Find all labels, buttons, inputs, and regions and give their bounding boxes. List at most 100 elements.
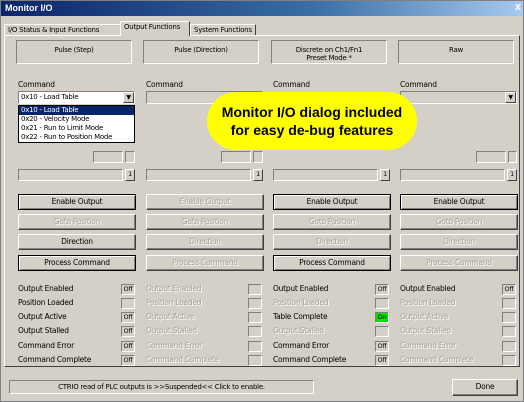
status-label: Command Complete bbox=[18, 355, 92, 364]
command-select-1[interactable]: 0x10 - Load Table ▼ bbox=[18, 91, 135, 104]
monitor-io-window: Monitor I/O x I/O Status & Input Functio… bbox=[0, 0, 524, 402]
value-field[interactable] bbox=[273, 169, 378, 181]
dropdown-option[interactable]: 0x20 - Velocity Mode bbox=[19, 115, 134, 124]
header-text: Raw bbox=[449, 46, 463, 54]
status-label: Output Enabled bbox=[273, 284, 329, 293]
header-discrete: Discrete on Ch1/Fn1 Preset Mode * bbox=[271, 40, 387, 64]
header-raw: Raw bbox=[398, 40, 514, 64]
process-command-button[interactable]: Process Command bbox=[273, 255, 391, 271]
enable-output-button[interactable]: Enable Output bbox=[273, 194, 391, 210]
process-command-button[interactable]: Process Command bbox=[146, 255, 264, 271]
tab-output-functions[interactable]: Output Functions bbox=[120, 21, 190, 36]
enable-output-button[interactable]: Enable Output bbox=[146, 194, 264, 210]
done-button[interactable]: Done bbox=[452, 379, 518, 396]
status-indicator: Off bbox=[121, 355, 135, 366]
goto-position-button[interactable]: Goto Position bbox=[273, 214, 391, 230]
status-label: Table Complete bbox=[273, 312, 328, 321]
value-field[interactable] bbox=[18, 169, 123, 181]
status-label: Position Loaded bbox=[273, 298, 329, 307]
header-text: Pulse (Direction) bbox=[174, 46, 228, 54]
dropdown-option[interactable]: 0x21 - Run to Limit Mode bbox=[19, 124, 134, 133]
spin-value[interactable]: 1 bbox=[253, 169, 263, 181]
command-select-4[interactable]: ▼ bbox=[400, 91, 517, 104]
status-indicator: Off bbox=[121, 341, 135, 352]
status-indicator bbox=[375, 298, 389, 309]
command-label: Command bbox=[18, 80, 55, 89]
enable-output-button[interactable]: Enable Output bbox=[400, 194, 518, 210]
dropdown-option[interactable]: 0x10 - Load Table bbox=[19, 106, 134, 115]
direction-button[interactable]: Direction bbox=[273, 234, 391, 250]
process-command-button[interactable]: Process Command bbox=[18, 255, 136, 271]
command-label: Command bbox=[400, 80, 437, 89]
param-field[interactable] bbox=[508, 151, 517, 163]
status-indicator bbox=[502, 341, 516, 352]
header-pulse-step: Pulse (Step) bbox=[16, 40, 132, 64]
param-field[interactable] bbox=[125, 151, 135, 163]
direction-button[interactable]: Direction bbox=[18, 234, 136, 250]
title-bar: Monitor I/O x bbox=[1, 1, 523, 16]
value-field[interactable] bbox=[400, 169, 505, 181]
status-label: Command Error bbox=[400, 341, 456, 350]
status-label: Command Error bbox=[18, 341, 74, 350]
status-label: Output Active bbox=[146, 312, 195, 321]
status-indicator: Off bbox=[375, 284, 389, 295]
spin-value[interactable]: 1 bbox=[125, 169, 135, 181]
status-indicator-on: On bbox=[375, 312, 389, 323]
value-field[interactable] bbox=[146, 169, 251, 181]
param-field[interactable] bbox=[221, 151, 251, 163]
status-indicator: Off bbox=[121, 284, 135, 295]
status-label: Output Stalled bbox=[400, 326, 451, 335]
param-field[interactable] bbox=[476, 151, 506, 163]
header-text: Discrete on Ch1/Fn1 bbox=[295, 46, 363, 54]
goto-position-button[interactable]: Goto Position bbox=[146, 214, 264, 230]
status-indicator bbox=[502, 355, 516, 366]
status-label: Output Enabled bbox=[400, 284, 456, 293]
ctrio-status-bar[interactable]: CTRIO read of PLC outputs is >>Suspended… bbox=[9, 380, 314, 394]
status-label: Position Loaded bbox=[400, 298, 456, 307]
dropdown-option[interactable]: 0x22 - Run to Position Mode bbox=[19, 133, 134, 142]
header-subtext: Preset Mode * bbox=[306, 54, 352, 62]
status-label: Position Loaded bbox=[18, 298, 74, 307]
status-label: Command Error bbox=[146, 341, 202, 350]
spin-value[interactable]: 1 bbox=[380, 169, 390, 181]
status-indicator bbox=[375, 326, 389, 337]
direction-button[interactable]: Direction bbox=[146, 234, 264, 250]
command-label: Command bbox=[273, 80, 310, 89]
status-label: Output Stalled bbox=[146, 326, 197, 335]
status-label: Output Enabled bbox=[18, 284, 74, 293]
status-indicator bbox=[248, 298, 262, 309]
status-indicator: Off bbox=[375, 355, 389, 366]
status-label: Output Enabled bbox=[146, 284, 202, 293]
callout-line-2: for easy de-bug features bbox=[230, 122, 394, 138]
enable-output-button[interactable]: Enable Output bbox=[18, 194, 136, 210]
param-field[interactable] bbox=[93, 151, 123, 163]
spin-value[interactable]: 1 bbox=[507, 169, 517, 181]
status-label: Position Loaded bbox=[146, 298, 202, 307]
direction-button[interactable]: Direction bbox=[400, 234, 518, 250]
status-indicator: Off bbox=[375, 341, 389, 352]
callout-line-1: Monitor I/O dialog included bbox=[221, 104, 403, 120]
window-title: Monitor I/O bbox=[5, 3, 53, 13]
command-value: 0x10 - Load Table bbox=[21, 93, 79, 101]
status-indicator bbox=[502, 298, 516, 309]
status-indicator bbox=[502, 326, 516, 337]
status-label: Command Complete bbox=[273, 355, 347, 364]
status-label: Command Complete bbox=[146, 355, 220, 364]
goto-position-button[interactable]: Goto Position bbox=[400, 214, 518, 230]
goto-position-button[interactable]: Goto Position bbox=[18, 214, 136, 230]
status-label: Output Stalled bbox=[18, 326, 69, 335]
header-text: Pulse (Step) bbox=[54, 46, 94, 54]
param-field[interactable] bbox=[253, 151, 263, 163]
status-indicator bbox=[502, 312, 516, 323]
process-command-button[interactable]: Process Command bbox=[400, 255, 518, 271]
status-indicator: Off bbox=[121, 326, 135, 337]
chevron-down-icon[interactable]: ▼ bbox=[123, 92, 134, 103]
status-label: Output Stalled bbox=[273, 326, 324, 335]
command-dropdown-list: 0x10 - Load Table 0x20 - Velocity Mode 0… bbox=[18, 105, 135, 143]
close-icon[interactable]: x bbox=[515, 1, 521, 13]
status-indicator: Off bbox=[502, 284, 516, 295]
status-label: Output Active bbox=[18, 312, 67, 321]
status-label: Output Active bbox=[400, 312, 449, 321]
chevron-down-icon[interactable]: ▼ bbox=[505, 92, 516, 103]
command-label: Command bbox=[146, 80, 183, 89]
